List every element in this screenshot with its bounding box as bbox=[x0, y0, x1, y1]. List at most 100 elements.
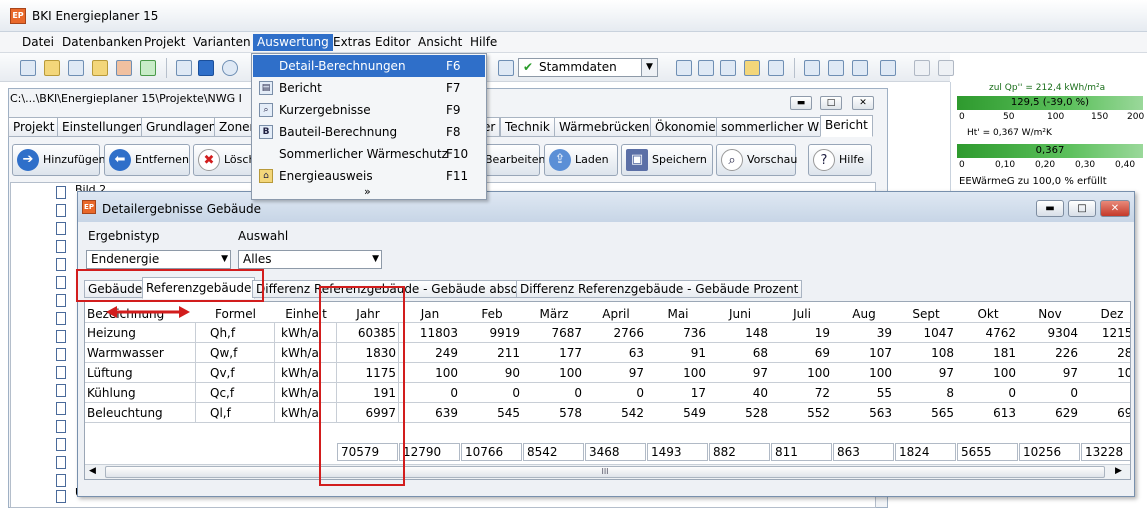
table-cell[interactable]: 9919 bbox=[461, 323, 523, 343]
table-cell[interactable]: 545 bbox=[461, 403, 523, 423]
menu-extras[interactable]: Extras bbox=[329, 34, 375, 51]
table-cell[interactable]: 11803 bbox=[399, 323, 461, 343]
menu-datenbanken[interactable]: Datenbanken bbox=[58, 34, 146, 51]
table-cell[interactable]: 280 bbox=[1081, 343, 1130, 363]
scroll-left-icon[interactable]: ◀ bbox=[89, 466, 96, 476]
table-cell[interactable]: 100 bbox=[833, 363, 895, 383]
table-cell[interactable]: 565 bbox=[895, 403, 957, 423]
table-cell[interactable]: 563 bbox=[833, 403, 895, 423]
remove-button[interactable]: ⬅ Entfernen bbox=[104, 144, 190, 176]
grid-icon[interactable] bbox=[880, 60, 896, 76]
menu-datei[interactable]: Datei bbox=[18, 34, 58, 51]
layout-icon[interactable] bbox=[804, 60, 820, 76]
table-cell[interactable]: 69 bbox=[771, 343, 833, 363]
table-cell[interactable]: 613 bbox=[957, 403, 1019, 423]
menu-item-energieausweis[interactable]: ⌂ Energieausweis F11 bbox=[253, 165, 485, 187]
menu-item-sommerlicher-waermeschutz[interactable]: Sommerlicher Wärmeschutz F10 bbox=[253, 143, 485, 165]
redo-icon[interactable] bbox=[938, 60, 954, 76]
scroll-thumb[interactable]: III bbox=[105, 466, 1105, 478]
table-cell[interactable]: 17 bbox=[647, 383, 709, 403]
preview-button[interactable]: ⌕ Vorschau bbox=[716, 144, 797, 176]
menu-hilfe[interactable]: Hilfe bbox=[466, 34, 501, 51]
table-cell[interactable]: Qh,f bbox=[196, 323, 275, 343]
open-folder-icon[interactable] bbox=[44, 60, 60, 76]
table-cell[interactable]: 542 bbox=[585, 403, 647, 423]
col-sept[interactable]: Sept bbox=[895, 304, 957, 324]
table-cell[interactable]: 100 bbox=[647, 363, 709, 383]
table-cell[interactable]: 2766 bbox=[585, 323, 647, 343]
chevron-down-icon[interactable]: ▼ bbox=[641, 59, 657, 76]
table-cell[interactable]: 736 bbox=[647, 323, 709, 343]
table-cell[interactable]: 639 bbox=[399, 403, 461, 423]
table-cell[interactable]: 7687 bbox=[523, 323, 585, 343]
tree-item-top[interactable]: Bild 2 bbox=[75, 183, 106, 191]
table-cell[interactable]: 107 bbox=[833, 343, 895, 363]
delete-button[interactable]: ✖ Lösch bbox=[193, 144, 255, 176]
table-cell[interactable]: Ql,f bbox=[196, 403, 275, 423]
col-jan[interactable]: Jan bbox=[399, 304, 461, 324]
table-cell[interactable]: 9304 bbox=[1019, 323, 1081, 343]
table-cell[interactable]: 552 bbox=[771, 403, 833, 423]
table-cell[interactable]: 528 bbox=[709, 403, 771, 423]
col-formel[interactable]: Formel bbox=[196, 304, 275, 324]
save-icon[interactable] bbox=[68, 60, 84, 76]
col-juni[interactable]: Juni bbox=[709, 304, 771, 324]
table-cell[interactable]: 72 bbox=[771, 383, 833, 403]
ergebnistyp-select[interactable]: Endenergie ▼ bbox=[86, 250, 231, 269]
checklist-icon[interactable] bbox=[498, 60, 514, 76]
tab-grundlagen[interactable]: Grundlagen bbox=[141, 117, 222, 137]
undo-icon[interactable] bbox=[914, 60, 930, 76]
table-cell[interactable]: 0 bbox=[461, 383, 523, 403]
maximize-button[interactable]: □ bbox=[820, 96, 842, 110]
table-cell[interactable]: 177 bbox=[523, 343, 585, 363]
table-cell[interactable]: Kühlung bbox=[85, 383, 196, 403]
info-icon[interactable] bbox=[222, 60, 238, 76]
load-button[interactable]: ⇪ Laden bbox=[544, 144, 618, 176]
table-cell[interactable]: Qc,f bbox=[196, 383, 275, 403]
table-cell[interactable]: 0 bbox=[585, 383, 647, 403]
new-icon[interactable] bbox=[20, 60, 36, 76]
dialog-close-button[interactable]: ✕ bbox=[1100, 200, 1130, 217]
menu-ansicht[interactable]: Ansicht bbox=[414, 34, 466, 51]
table-cell[interactable]: 100 bbox=[523, 363, 585, 383]
table-cell[interactable]: 694 bbox=[1081, 403, 1130, 423]
scroll-right-icon[interactable]: ▶ bbox=[1115, 466, 1122, 476]
table-cell[interactable]: 97 bbox=[895, 363, 957, 383]
table-cell[interactable]: 249 bbox=[399, 343, 461, 363]
table-cell[interactable]: 148 bbox=[709, 323, 771, 343]
table-cell[interactable]: 63 bbox=[585, 343, 647, 363]
table-cell[interactable]: Heizung bbox=[85, 323, 196, 343]
export-icon[interactable] bbox=[116, 60, 132, 76]
table-cell[interactable]: 181 bbox=[957, 343, 1019, 363]
table-cell[interactable]: 97 bbox=[1019, 363, 1081, 383]
table-cell[interactable]: 226 bbox=[1019, 343, 1081, 363]
table-cell[interactable]: 211 bbox=[461, 343, 523, 363]
table-cell[interactable]: Lüftung bbox=[85, 363, 196, 383]
menu-item-kurzergebnisse[interactable]: ⌕ Kurzergebnisse F9 bbox=[253, 99, 485, 121]
table-cell[interactable]: 97 bbox=[585, 363, 647, 383]
folder-icon[interactable] bbox=[92, 60, 108, 76]
col-dez[interactable]: Dez bbox=[1081, 304, 1130, 324]
table-cell[interactable]: 8 bbox=[895, 383, 957, 403]
menu-item-bericht[interactable]: ▤ Bericht F7 bbox=[253, 77, 485, 99]
dialog-minimize-button[interactable]: ▬ bbox=[1036, 200, 1064, 217]
save-button[interactable]: ▣ Speichern bbox=[621, 144, 713, 176]
table-cell[interactable]: 549 bbox=[647, 403, 709, 423]
table-cell[interactable]: 91 bbox=[647, 343, 709, 363]
table-cell[interactable]: 12154 bbox=[1081, 323, 1130, 343]
help-icon[interactable] bbox=[198, 60, 214, 76]
house-icon[interactable] bbox=[744, 60, 760, 76]
minimize-button[interactable]: ▬ bbox=[790, 96, 812, 110]
table-cell[interactable]: 68 bbox=[709, 343, 771, 363]
table-cell[interactable]: 100 bbox=[957, 363, 1019, 383]
help-button[interactable]: ? Hilfe bbox=[808, 144, 872, 176]
table-cell[interactable]: 4762 bbox=[957, 323, 1019, 343]
tab-bericht[interactable]: Bericht bbox=[820, 115, 873, 137]
table-cell[interactable]: 39 bbox=[833, 323, 895, 343]
col-nov[interactable]: Nov bbox=[1019, 304, 1081, 324]
table-cell[interactable]: 40 bbox=[709, 383, 771, 403]
col-feb[interactable]: Feb bbox=[461, 304, 523, 324]
col-april[interactable]: April bbox=[585, 304, 647, 324]
table-cell[interactable]: 100 bbox=[771, 363, 833, 383]
auswahl-select[interactable]: Alles ▼ bbox=[238, 250, 382, 269]
